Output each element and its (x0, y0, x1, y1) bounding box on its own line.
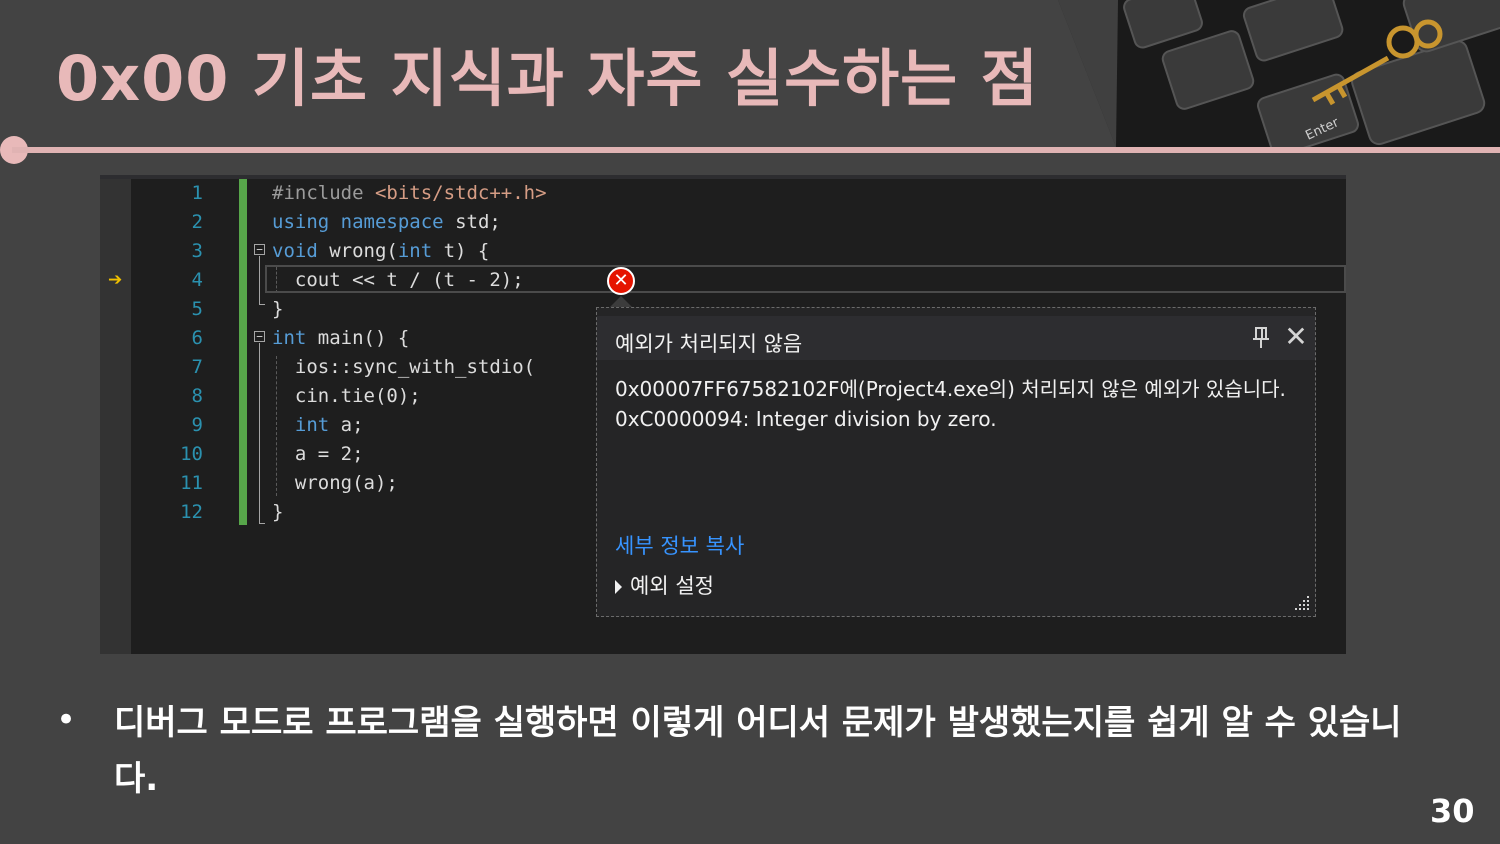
code-line: wrong(a); (272, 472, 398, 494)
code-line: using namespace std; (272, 211, 501, 233)
saved-changes-bar (239, 179, 247, 525)
line-number: 11 (180, 472, 203, 494)
close-icon[interactable]: ✕ (1283, 322, 1309, 352)
glyph-margin (100, 179, 131, 654)
line-number: 8 (191, 385, 203, 407)
popup-title: 예외가 처리되지 않음 (615, 332, 803, 356)
code-line-current: cout << t / (t - 2); (272, 269, 524, 291)
code-text[interactable]: #include <bits/stdc++.h> using namespace … (272, 179, 547, 527)
pin-icon[interactable] (1249, 324, 1273, 352)
line-number: 1 (191, 182, 203, 204)
fold-line (259, 256, 260, 304)
line-number: 4 (191, 269, 203, 291)
bullet-text: 디버그 모드로 프로그램을 실행하면 이렇게 어디서 문제가 발생했는지를 쉽게… (114, 703, 1402, 799)
exception-settings-toggle[interactable]: 예외 설정 (615, 570, 714, 600)
error-icon: ✕ (607, 267, 635, 295)
bullet-marker: • (56, 700, 77, 740)
line-number: 2 (191, 211, 203, 233)
slide-title: 0x00 기초 지식과 자주 실수하는 점 (56, 42, 1039, 115)
line-number: 10 (180, 443, 203, 465)
code-line: cin.tie(0); (272, 385, 421, 407)
line-number-gutter: 1 2 3 4 5 6 7 8 9 10 11 12 (131, 179, 203, 527)
code-line: #include <bits/stdc++.h> (272, 182, 547, 204)
line-number: 9 (191, 414, 203, 436)
line-number: 3 (191, 240, 203, 262)
collapse-wrong-icon[interactable]: − (254, 244, 265, 255)
resize-grip-icon[interactable] (1293, 594, 1311, 612)
code-line: void wrong(int t) { (272, 240, 490, 262)
current-statement-arrow-icon: ➔ (108, 270, 123, 290)
exception-settings-label: 예외 설정 (630, 574, 714, 598)
page-number: 30 (1430, 792, 1475, 830)
code-line: a = 2; (272, 443, 364, 465)
exception-popup[interactable]: 예외가 처리되지 않음 ✕ 0x00007FF67582102F에(Projec… (596, 307, 1316, 617)
code-line: int main() { (272, 327, 410, 349)
line-number: 7 (191, 356, 203, 378)
collapse-main-icon[interactable]: − (254, 331, 265, 342)
code-line: ios::sync_with_stdio( (272, 356, 536, 378)
fold-line (259, 343, 260, 523)
popup-pointer (610, 296, 632, 307)
code-line: } (272, 298, 284, 320)
title-rule (12, 147, 1500, 153)
popup-header: 예외가 처리되지 않음 ✕ (597, 316, 1315, 360)
expand-arrow-icon (615, 580, 622, 594)
keyboard-key-image: Enter (1058, 0, 1500, 147)
code-line: } (272, 501, 284, 523)
fold-end (259, 523, 265, 524)
line-number: 5 (191, 298, 203, 320)
line-number: 6 (191, 327, 203, 349)
copy-details-link[interactable]: 세부 정보 복사 (615, 530, 744, 560)
code-line: int a; (294, 414, 364, 436)
fold-end (259, 304, 265, 305)
line-number: 12 (180, 501, 203, 523)
exception-message: 0x00007FF67582102F에(Project4.exe의) 처리되지 … (615, 377, 1286, 431)
